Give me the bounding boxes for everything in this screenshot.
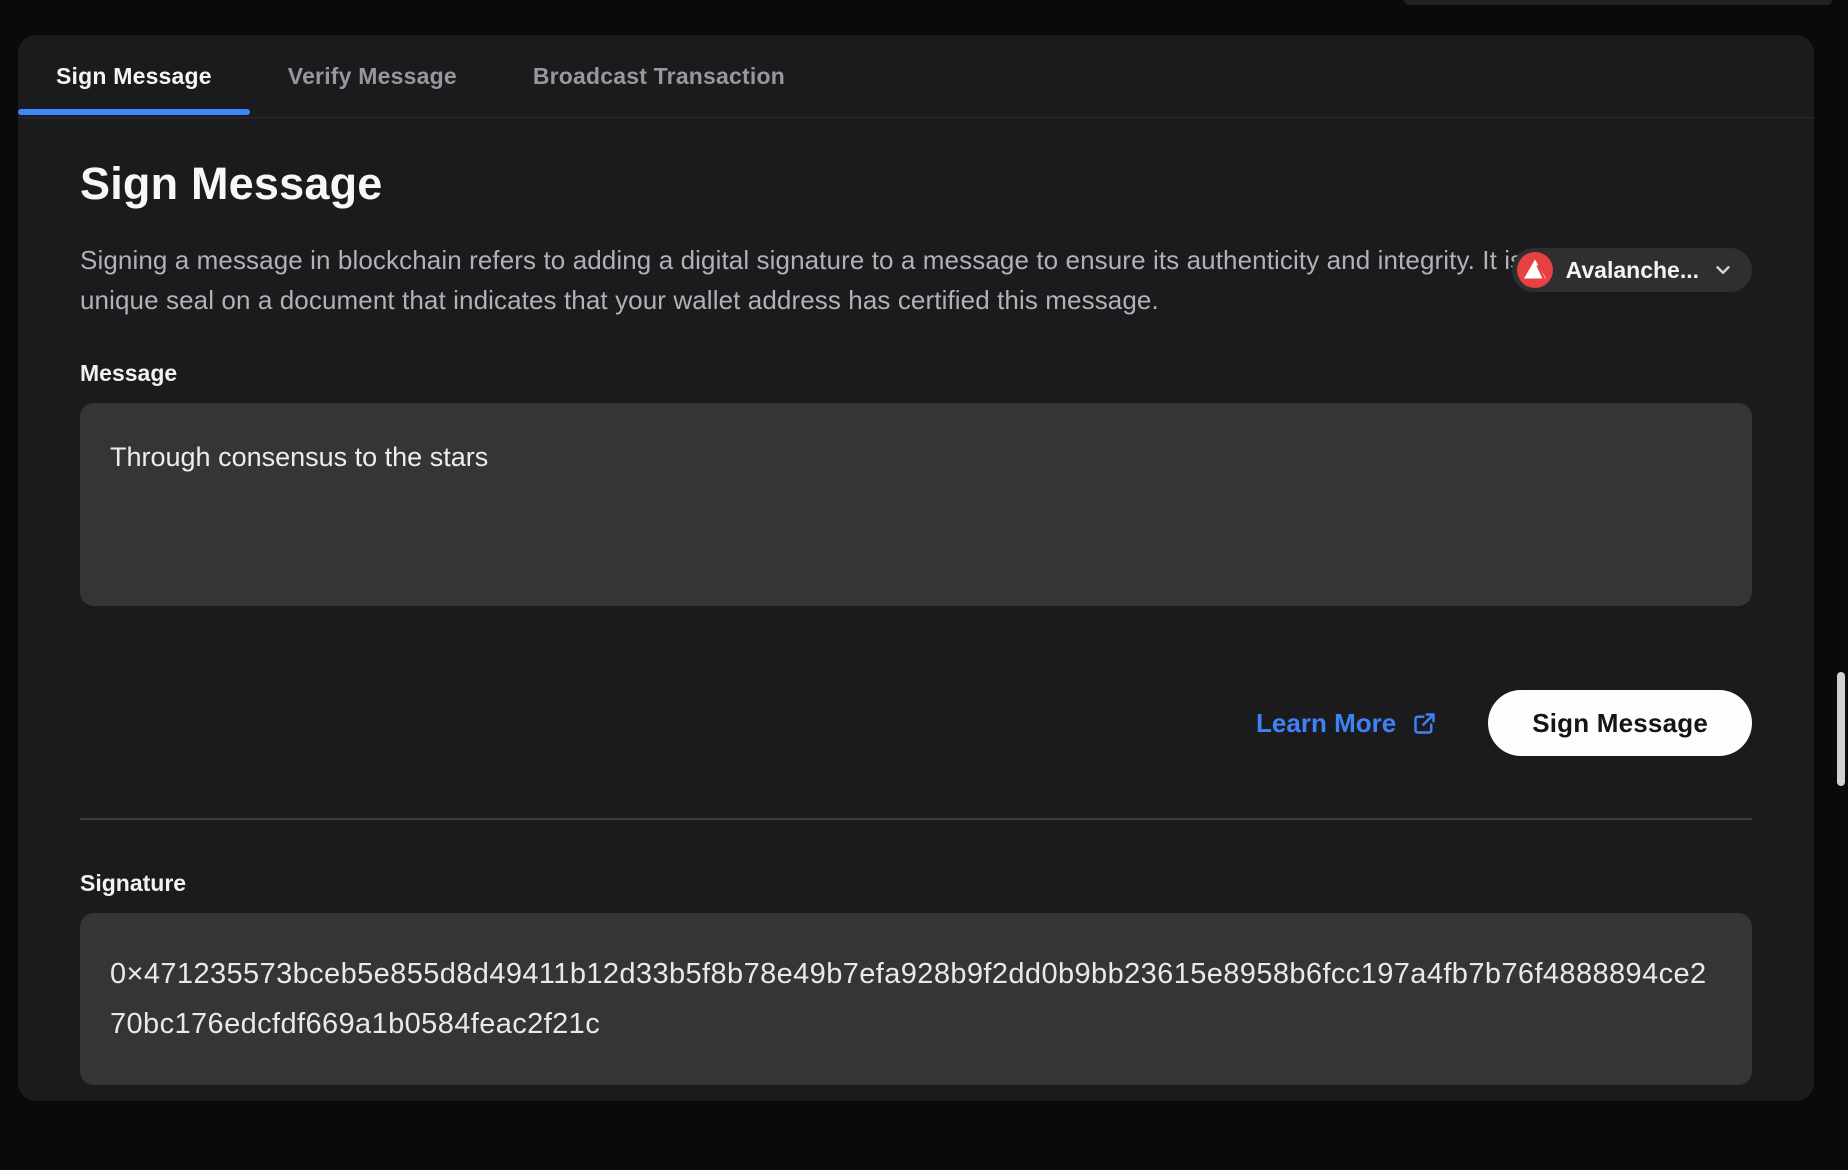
learn-more-label: Learn More — [1256, 708, 1396, 739]
clipped-toolbar-sliver — [1404, 0, 1832, 5]
sign-message-button[interactable]: Sign Message — [1488, 690, 1752, 756]
signature-output[interactable]: 0×471235573bceb5e855d8d49411b12d33b5f8b7… — [80, 913, 1752, 1085]
tab-sign-message-label: Sign Message — [56, 63, 212, 90]
avalanche-logo-icon — [1517, 252, 1553, 288]
tab-broadcast-transaction[interactable]: Broadcast Transaction — [495, 35, 823, 117]
tab-sign-message[interactable]: Sign Message — [18, 35, 250, 117]
tab-broadcast-transaction-label: Broadcast Transaction — [533, 63, 785, 90]
actions-row: Learn More Sign Message — [80, 690, 1752, 756]
network-selector[interactable]: Avalanche... — [1512, 248, 1752, 292]
learn-more-link[interactable]: Learn More — [1256, 708, 1438, 739]
tab-verify-message-label: Verify Message — [288, 63, 457, 90]
tab-bar: Sign Message Verify Message Broadcast Tr… — [18, 35, 1814, 118]
sign-message-card: Sign Message Verify Message Broadcast Tr… — [18, 35, 1814, 1101]
scrollbar-thumb[interactable] — [1837, 672, 1845, 786]
signature-label: Signature — [80, 870, 1752, 897]
page-title: Sign Message — [80, 158, 1752, 210]
page-description: Signing a message in blockchain refers t… — [80, 240, 1748, 320]
section-divider — [80, 818, 1752, 820]
message-label: Message — [80, 360, 1752, 387]
chevron-down-icon — [1712, 259, 1734, 281]
message-input[interactable]: Through consensus to the stars — [80, 403, 1752, 606]
network-selector-label: Avalanche... — [1566, 257, 1699, 284]
tab-verify-message[interactable]: Verify Message — [250, 35, 495, 117]
external-link-icon — [1411, 710, 1438, 737]
